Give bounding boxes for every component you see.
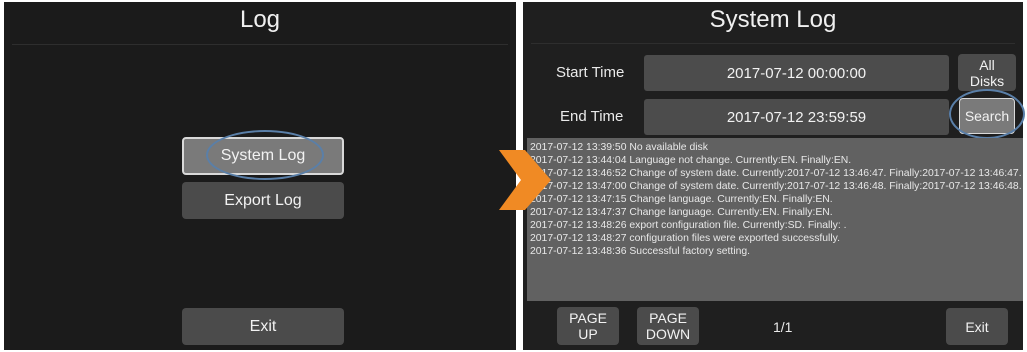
system-log-button-label: System Log bbox=[220, 147, 306, 164]
end-time-value: 2017-07-12 23:59:59 bbox=[726, 108, 867, 126]
page-up-button[interactable]: PAGE UP bbox=[557, 307, 619, 345]
log-line: 2017-07-12 13:48:36 Successful factory s… bbox=[530, 246, 751, 257]
log-line: 2017-07-12 13:48:26 export configuration… bbox=[530, 220, 847, 231]
page-up-label-line1: PAGE bbox=[569, 310, 607, 326]
exit-button-label: Exit bbox=[965, 318, 989, 335]
title-divider bbox=[12, 44, 508, 45]
system-log-panel: System Log Start Time 2017-07-12 00:00:0… bbox=[523, 2, 1025, 350]
log-line: 2017-07-12 13:39:50 No available disk bbox=[530, 142, 708, 153]
exit-button[interactable]: Exit bbox=[946, 308, 1008, 345]
exit-button[interactable]: Exit bbox=[182, 308, 344, 345]
log-menu-panel: Log System Log Export Log Exit bbox=[4, 2, 516, 350]
log-line: 2017-07-12 13:44:04 Language not change.… bbox=[530, 155, 852, 166]
search-button-label: Search bbox=[964, 108, 1010, 124]
system-log-button[interactable]: System Log bbox=[182, 137, 344, 175]
search-button[interactable]: Search bbox=[959, 98, 1015, 134]
log-line: 2017-07-12 13:46:52 Change of system dat… bbox=[530, 168, 1022, 179]
page-down-button[interactable]: PAGE DOWN bbox=[637, 307, 699, 345]
log-menu-title: Log bbox=[239, 6, 281, 33]
log-line: 2017-07-12 13:47:37 Change language. Cur… bbox=[530, 207, 833, 218]
start-time-field[interactable]: 2017-07-12 00:00:00 bbox=[644, 55, 949, 91]
title-divider bbox=[531, 43, 1015, 44]
log-line: 2017-07-12 13:47:15 Change language. Cur… bbox=[530, 194, 833, 205]
page-down-label-line1: PAGE bbox=[649, 310, 687, 326]
page-up-label-line2: UP bbox=[578, 326, 598, 342]
all-disks-label-line2: Disks bbox=[969, 72, 1005, 89]
log-list[interactable]: 2017-07-12 13:39:50 No available disk 20… bbox=[527, 138, 1023, 301]
end-time-field[interactable]: 2017-07-12 23:59:59 bbox=[644, 99, 949, 135]
export-log-button-label: Export Log bbox=[224, 191, 302, 209]
log-line: 2017-07-12 13:47:00 Change of system dat… bbox=[530, 181, 1022, 192]
all-disks-button[interactable]: All Disks bbox=[958, 54, 1016, 91]
page-down-label-line2: DOWN bbox=[645, 326, 691, 342]
page-indicator: 1/1 bbox=[773, 319, 793, 335]
exit-button-label: Exit bbox=[249, 317, 277, 335]
arrow-right-icon bbox=[499, 150, 551, 210]
export-log-button[interactable]: Export Log bbox=[182, 182, 344, 219]
all-disks-label-line1: All bbox=[979, 56, 995, 73]
log-line: 2017-07-12 13:48:27 configuration files … bbox=[530, 233, 840, 244]
end-time-label: End Time bbox=[560, 108, 624, 125]
start-time-label: Start Time bbox=[556, 64, 625, 81]
start-time-value: 2017-07-12 00:00:00 bbox=[726, 64, 867, 82]
system-log-title: System Log bbox=[709, 6, 837, 33]
